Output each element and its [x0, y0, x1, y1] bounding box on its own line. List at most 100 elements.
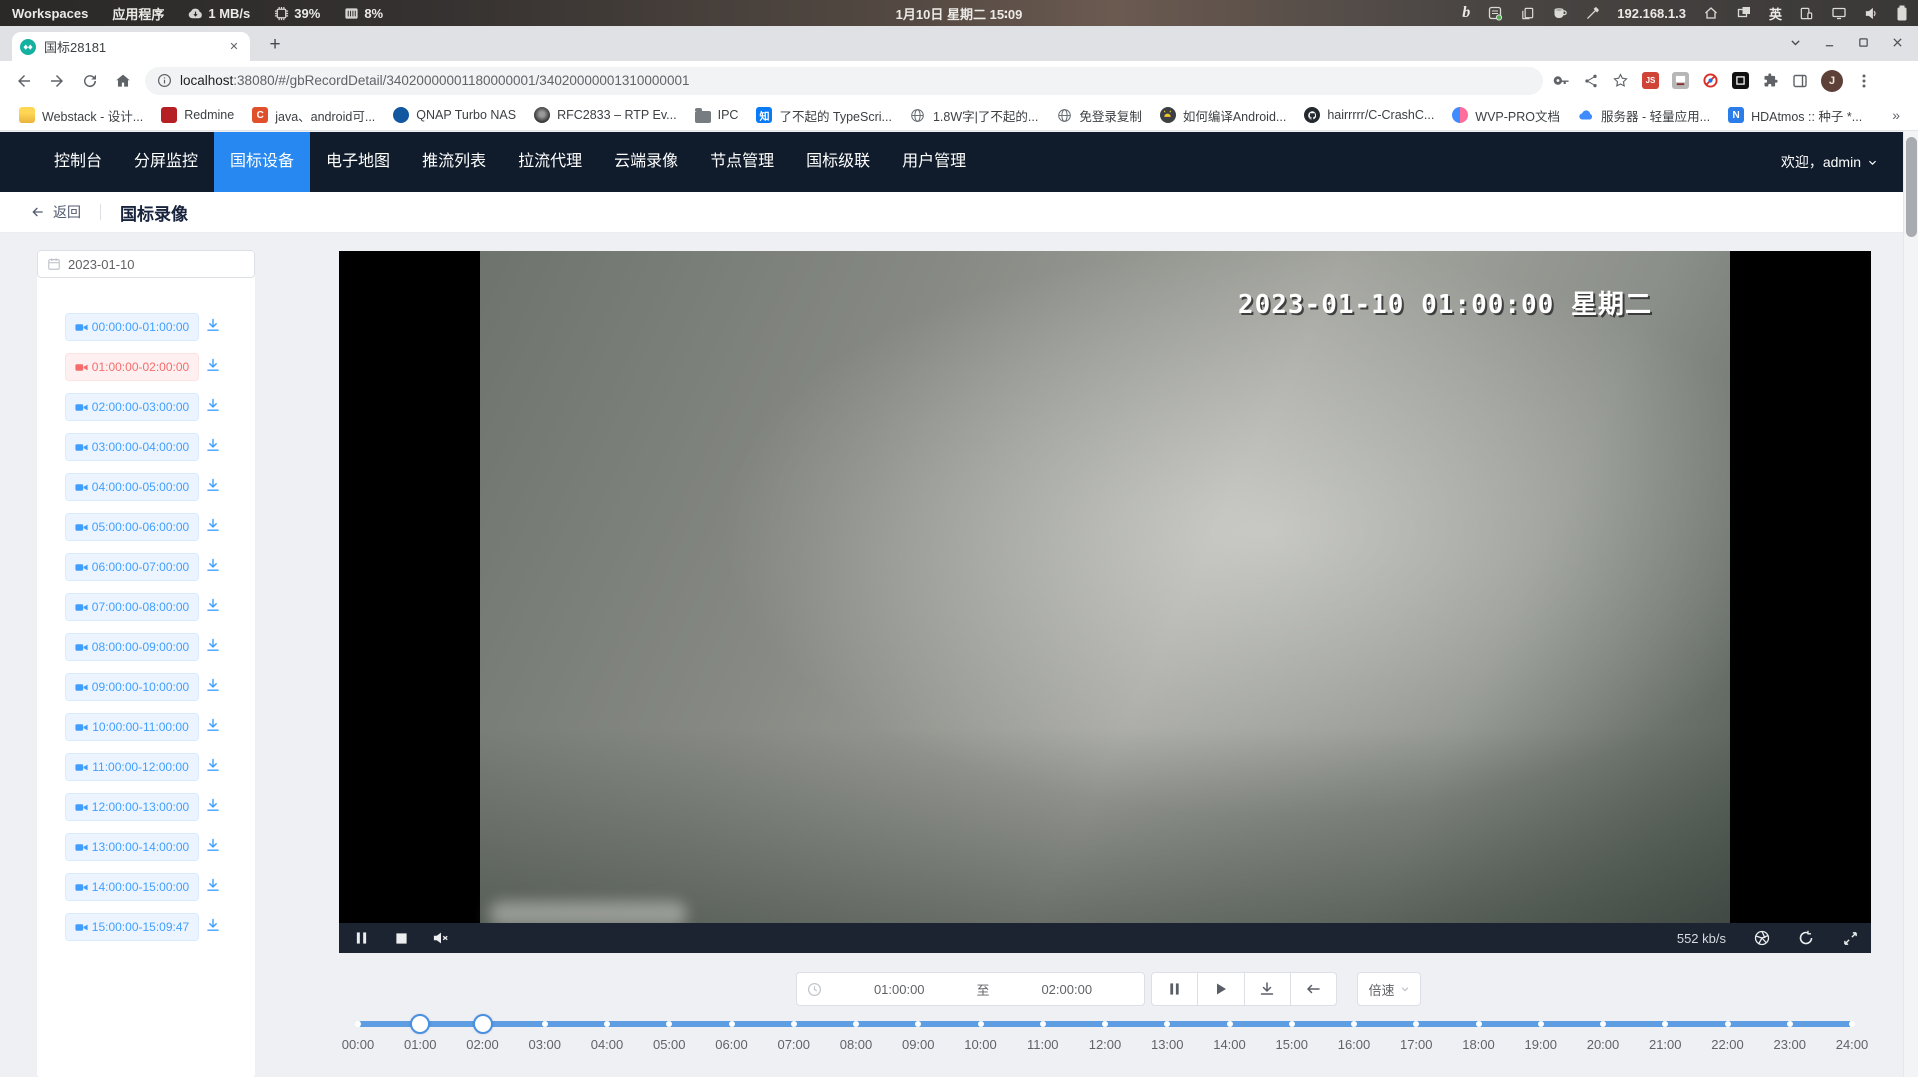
player-pause-icon[interactable]: [353, 930, 369, 946]
forward-icon[interactable]: [48, 72, 66, 90]
nav-item-user-manage[interactable]: 用户管理: [886, 132, 982, 192]
download-recording-button[interactable]: [205, 837, 225, 857]
profile-avatar[interactable]: J: [1821, 70, 1843, 92]
bookmark-redmine[interactable]: Redmine: [152, 104, 243, 126]
device-link-tray-icon[interactable]: [1799, 6, 1814, 21]
download-recording-button[interactable]: [205, 437, 225, 457]
welcome-menu[interactable]: 欢迎，admin: [1781, 132, 1878, 192]
bookmark-github[interactable]: hairrrrr/C-CrashC...: [1295, 104, 1443, 126]
recording-chip[interactable]: 04:00:00-05:00:00: [65, 473, 199, 501]
download-recording-button[interactable]: [205, 477, 225, 497]
speed-dropdown[interactable]: 倍速: [1357, 972, 1421, 1006]
battery-tray-icon[interactable]: [1896, 5, 1908, 21]
side-panel-icon[interactable]: [1792, 73, 1808, 89]
timeline-handle[interactable]: [410, 1014, 430, 1034]
recording-chip[interactable]: 14:00:00-15:00:00: [65, 873, 199, 901]
bookmarks-overflow-icon[interactable]: [1892, 107, 1900, 123]
time-range-input[interactable]: 01:00:00 至 02:00:00: [796, 972, 1145, 1006]
volume-tray-icon[interactable]: [1864, 6, 1879, 21]
bookmark-cloud[interactable]: 服务器 - 轻量应用...: [1569, 103, 1719, 128]
recording-chip[interactable]: 00:00:00-01:00:00: [65, 313, 199, 341]
site-info-icon[interactable]: [157, 73, 172, 88]
recording-chip[interactable]: 10:00:00-11:00:00: [65, 713, 199, 741]
bookmark-folder[interactable]: IPC: [686, 105, 748, 126]
nav-item-split-screen[interactable]: 分屏监控: [118, 132, 214, 192]
seek-back-button[interactable]: [1290, 973, 1336, 1005]
tray-icon-app-green-dot[interactable]: [1487, 5, 1503, 21]
download-recording-button[interactable]: [205, 677, 225, 697]
bookmark-zhihu[interactable]: 知了不起的 TypeScri...: [747, 103, 901, 128]
home-tray-icon[interactable]: [1703, 5, 1719, 21]
recording-chip[interactable]: 07:00:00-08:00:00: [65, 593, 199, 621]
share-icon[interactable]: [1583, 73, 1599, 89]
player-stop-icon[interactable]: [393, 930, 409, 946]
timeline-handle[interactable]: [473, 1014, 493, 1034]
download-recording-button[interactable]: [205, 597, 225, 617]
date-picker-input[interactable]: 2023-01-10: [37, 250, 255, 278]
password-key-icon[interactable]: [1553, 72, 1570, 89]
window-maximize-button[interactable]: [1852, 31, 1874, 53]
address-bar[interactable]: localhost:38080/#/gbRecordDetail/3402000…: [145, 67, 1543, 95]
caffeine-tray-icon[interactable]: [1552, 5, 1568, 21]
video-player[interactable]: 2023-01-10 01:00:00 星期二 552 kb/s: [339, 251, 1871, 953]
nav-item-gb-cascade[interactable]: 国标级联: [790, 132, 886, 192]
download-recording-button[interactable]: [205, 397, 225, 417]
recording-chip[interactable]: 11:00:00-12:00:00: [65, 753, 199, 781]
bookmark-webstack[interactable]: Webstack - 设计...: [10, 103, 152, 128]
recording-chip[interactable]: 08:00:00-09:00:00: [65, 633, 199, 661]
ip-address[interactable]: 192.168.1.3: [1617, 6, 1686, 21]
player-mute-icon[interactable]: [433, 930, 449, 946]
extensions-puzzle-icon[interactable]: [1762, 72, 1779, 89]
workspaces-button[interactable]: Workspaces: [12, 6, 88, 21]
js-extension-icon[interactable]: JS: [1642, 72, 1659, 89]
workspaces-tray-icon[interactable]: [1736, 5, 1752, 21]
play-button[interactable]: [1197, 973, 1243, 1005]
back-icon[interactable]: [15, 72, 33, 90]
recording-chip[interactable]: 13:00:00-14:00:00: [65, 833, 199, 861]
nav-item-pull-proxy[interactable]: 拉流代理: [502, 132, 598, 192]
nav-item-cloud-record[interactable]: 云端录像: [598, 132, 694, 192]
download-recording-button[interactable]: [205, 797, 225, 817]
bookmark-star-icon[interactable]: [1612, 72, 1629, 89]
recording-chip[interactable]: 01:00:00-02:00:00: [65, 353, 199, 381]
recording-chip[interactable]: 02:00:00-03:00:00: [65, 393, 199, 421]
download-recording-button[interactable]: [205, 317, 225, 337]
download-recording-button[interactable]: [205, 637, 225, 657]
download-recording-button[interactable]: [205, 517, 225, 537]
blocker-extension-icon[interactable]: [1702, 72, 1719, 89]
bookmark-android[interactable]: 如何编译Android...: [1151, 103, 1296, 128]
fullscreen-icon[interactable]: [1842, 930, 1858, 946]
bookmark-rfc[interactable]: RFC2833 – RTP Ev...: [525, 104, 686, 126]
end-time-value[interactable]: 02:00:00: [990, 982, 1145, 997]
tab-close-icon[interactable]: [226, 39, 242, 55]
recording-chip[interactable]: 15:00:00-15:09:47: [65, 913, 199, 941]
download-recording-button[interactable]: [205, 757, 225, 777]
pause-button[interactable]: [1152, 973, 1197, 1005]
download-recording-button[interactable]: [205, 557, 225, 577]
input-method-indicator[interactable]: 英: [1769, 4, 1782, 23]
recording-chip[interactable]: 05:00:00-06:00:00: [65, 513, 199, 541]
bookmark-globe2[interactable]: 免登录复制: [1047, 103, 1151, 128]
display-tray-icon[interactable]: [1831, 5, 1847, 21]
nav-item-console[interactable]: 控制台: [38, 132, 118, 192]
clipboard-tray-icon[interactable]: [1520, 6, 1535, 21]
bookmark-globe[interactable]: 1.8W字|了不起的...: [901, 103, 1047, 128]
nav-item-e-map[interactable]: 电子地图: [310, 132, 406, 192]
recording-chip[interactable]: 03:00:00-04:00:00: [65, 433, 199, 461]
bookmark-c[interactable]: Cjava、android可...: [243, 103, 384, 128]
download-recording-button[interactable]: [205, 717, 225, 737]
dictionary-extension-icon[interactable]: [1672, 72, 1689, 89]
recording-chip[interactable]: 09:00:00-10:00:00: [65, 673, 199, 701]
nav-item-node-manage[interactable]: 节点管理: [694, 132, 790, 192]
screenshot-extension-icon[interactable]: [1732, 72, 1749, 89]
tray-icon-b[interactable]: b: [1462, 5, 1470, 21]
download-button[interactable]: [1244, 973, 1290, 1005]
tab-search-icon[interactable]: [1784, 31, 1806, 53]
applications-button[interactable]: 应用程序: [112, 4, 164, 23]
reload-icon[interactable]: [81, 72, 99, 90]
nav-item-push-list[interactable]: 推流列表: [406, 132, 502, 192]
download-recording-button[interactable]: [205, 877, 225, 897]
download-recording-button[interactable]: [205, 357, 225, 377]
bookmark-wvp[interactable]: WVP-PRO文档: [1443, 103, 1569, 128]
home-icon[interactable]: [114, 72, 132, 90]
